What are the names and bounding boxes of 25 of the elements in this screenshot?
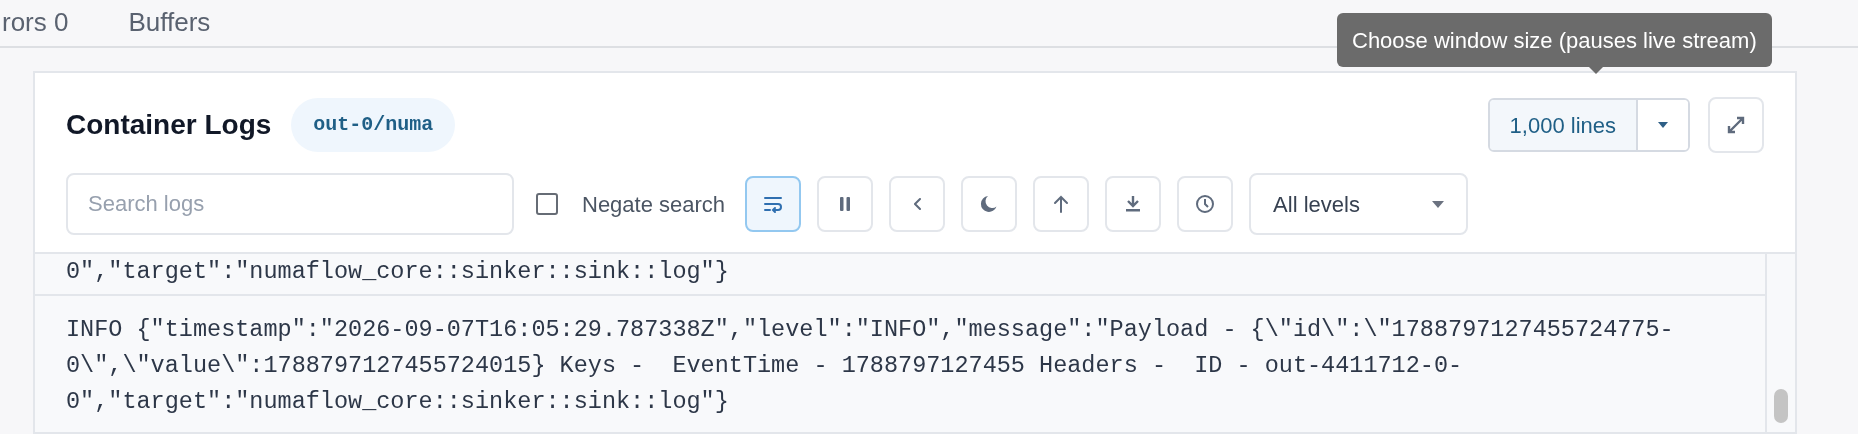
checkbox[interactable] — [536, 193, 558, 215]
caret-icon — [1658, 122, 1668, 128]
window-size-button[interactable]: 1,000 lines — [1489, 100, 1636, 150]
search-field[interactable]: Search logs — [66, 173, 514, 235]
download-button[interactable] — [1105, 176, 1162, 232]
panel-title: Container Logs — [66, 108, 272, 142]
theme-button[interactable] — [961, 176, 1018, 232]
expand-icon — [1725, 114, 1747, 136]
tab[interactable]: Buffers — [128, 6, 211, 38]
top-button[interactable] — [1033, 176, 1090, 232]
log-entry: INFO {"timestamp":"2026-09-07T16:05:29.787338Z","level":"INFO","message":"Payload - {\"id\":\"1788797127455724775- 0\",\"value\":1788797127455724015} Keys - EventTime - 1788797127455 Headers - ID - out-4411712-0- 0","target":"numaflow_core::sinker::sink::log"} — [66, 315, 1675, 417]
level-select[interactable]: All levels — [1249, 173, 1469, 235]
expand-button[interactable] — [1708, 97, 1764, 153]
checkbox-label: Negate search — [582, 190, 726, 219]
tab[interactable]: rors 0 — [2, 6, 69, 38]
log-entry: 0","target":"numaflow_core::sinker::sink::log"} — [66, 257, 730, 287]
chevron-left-icon — [913, 198, 921, 210]
container-badge: out-0/numa — [291, 98, 456, 152]
pause-button[interactable] — [817, 176, 874, 232]
tooltip: Choose window size (pauses live stream) — [1337, 13, 1772, 67]
tooltip-pointer — [1588, 66, 1604, 74]
time-button[interactable] — [1177, 176, 1234, 232]
wrap-button[interactable] — [745, 176, 802, 232]
caret-icon — [1432, 200, 1445, 208]
clock-icon — [1194, 193, 1217, 215]
